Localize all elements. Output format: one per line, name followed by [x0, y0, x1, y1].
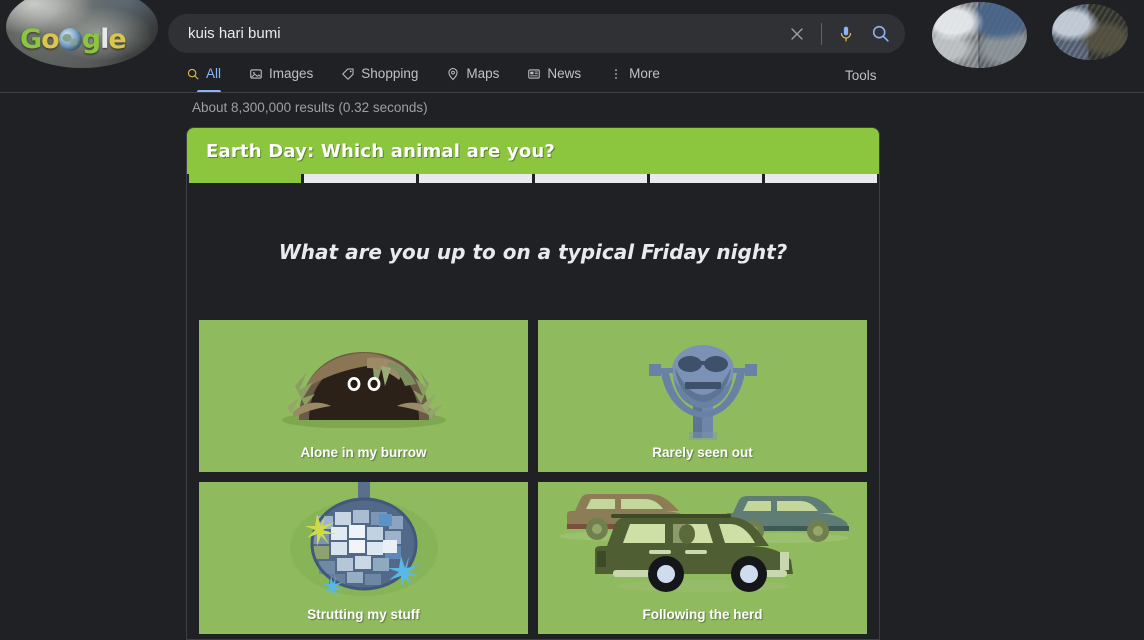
progress-segment-4 [534, 174, 647, 183]
quiz-question: What are you up to on a typical Friday n… [278, 240, 788, 264]
microphone-icon [840, 26, 852, 41]
satellite-imagery [932, 2, 1027, 68]
quiz-option-label: Rarely seen out [652, 445, 753, 460]
search-header: Go gle kuis hari bumi All Images Shoppin… [0, 0, 1144, 93]
search-nav-tabs: All Images Shopping Maps News More [186, 62, 688, 93]
tools-button[interactable]: Tools [845, 68, 877, 83]
nav-tab-more[interactable]: More [609, 62, 660, 93]
search-divider [821, 22, 822, 45]
news-icon [528, 68, 541, 79]
search-icon [187, 68, 199, 79]
disco-ball-icon [289, 482, 438, 598]
tag-icon [342, 67, 354, 80]
nav-tab-label: Shopping [361, 66, 419, 81]
more-vertical-icon [615, 68, 618, 79]
quiz-title: Earth Day: Which animal are you? [206, 140, 556, 162]
search-input[interactable] [168, 25, 780, 42]
progress-segment-5 [649, 174, 762, 183]
burrow-with-eyes-icon [281, 352, 446, 428]
three-station-wagons-icon [557, 494, 849, 592]
nav-tab-maps[interactable]: Maps [446, 62, 499, 93]
quiz-option-rarely-seen-out[interactable]: Rarely seen out [538, 320, 867, 472]
image-icon [250, 68, 262, 79]
search-bar[interactable] [168, 14, 905, 53]
progress-segment-3 [419, 174, 532, 183]
earth-satellite-avatar-1[interactable] [932, 2, 1027, 68]
earth-satellite-avatar-2[interactable] [1052, 4, 1128, 60]
search-icon [872, 25, 889, 42]
coin-viewfinder-face-icon [648, 345, 757, 440]
earth-day-quiz-card: Earth Day: Which animal are you? What ar… [186, 127, 880, 640]
search-submit-button[interactable] [863, 14, 897, 53]
results-count: About 8,300,000 results (0.32 seconds) [192, 100, 428, 115]
google-logo-text[interactable]: Go gle [20, 24, 127, 55]
nav-tab-all[interactable]: All [186, 62, 222, 93]
quiz-option-label: Alone in my burrow [300, 445, 427, 460]
quiz-options: Alone in my burrow Rarely seen out Strut… [199, 320, 867, 634]
nav-tab-label: All [206, 66, 222, 81]
close-icon [791, 27, 803, 40]
quiz-option-following-the-herd[interactable]: Following the herd [538, 482, 867, 634]
quiz-header: Earth Day: Which animal are you? [187, 128, 879, 174]
nav-tab-label: Maps [466, 66, 500, 81]
quiz-option-alone-in-my-burrow[interactable]: Alone in my burrow [199, 320, 528, 472]
quiz-progress-bar [187, 174, 879, 183]
map-pin-icon [448, 67, 458, 80]
quiz-option-label: Following the herd [642, 607, 763, 622]
nav-tab-news[interactable]: News [527, 62, 581, 93]
quiz-option-strutting-my-stuff[interactable]: Strutting my stuff [199, 482, 528, 634]
nav-tab-label: Images [269, 66, 314, 81]
earth-globe-icon [58, 28, 82, 51]
voice-search-button[interactable] [829, 14, 863, 53]
progress-segment-2 [304, 174, 417, 183]
quiz-option-label: Strutting my stuff [307, 607, 420, 622]
nav-tab-shopping[interactable]: Shopping [341, 62, 418, 93]
nav-tab-images[interactable]: Images [249, 62, 313, 93]
progress-segment-6 [764, 174, 878, 183]
header-divider [0, 92, 1144, 93]
satellite-imagery [1052, 4, 1128, 60]
clear-search-button[interactable] [780, 14, 814, 53]
nav-tab-label: News [547, 66, 582, 81]
nav-tab-label: More [629, 66, 660, 81]
progress-segment-1 [189, 174, 302, 183]
